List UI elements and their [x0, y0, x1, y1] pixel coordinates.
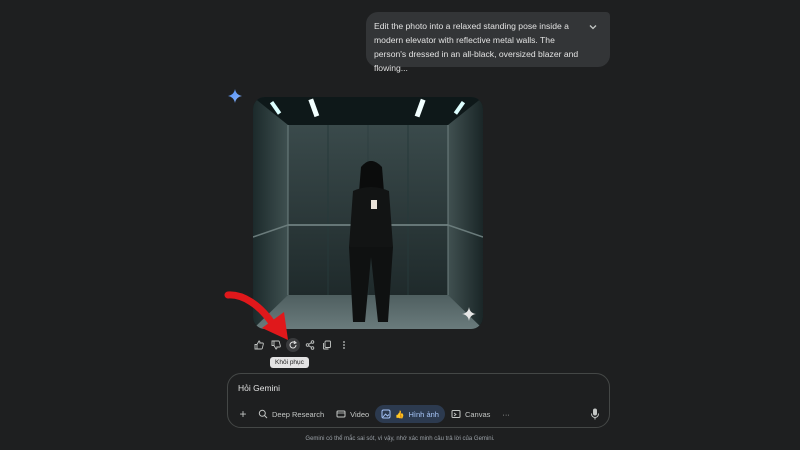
chevron-down-icon[interactable] — [588, 22, 598, 32]
share-icon[interactable] — [301, 338, 318, 352]
microphone-icon[interactable] — [589, 407, 601, 421]
annotation-arrow-icon — [224, 291, 288, 340]
image-button[interactable]: 👍 Hình ảnh — [375, 405, 445, 423]
prompt-composer[interactable]: Hỏi Gemini + Deep Research Video 👍 Hình … — [227, 373, 610, 428]
prompt-input[interactable]: Hỏi Gemini — [238, 383, 280, 393]
canvas-icon — [451, 410, 461, 418]
user-prompt-bubble[interactable]: Edit the photo into a relaxed standing p… — [366, 12, 610, 73]
more-options-icon[interactable] — [335, 338, 352, 352]
canvas-button[interactable]: Canvas — [445, 405, 496, 423]
canvas-label: Canvas — [464, 409, 491, 419]
user-prompt-text: Edit the photo into a relaxed standing p… — [374, 21, 579, 73]
composer-toolbar: + Deep Research Video 👍 Hình ảnh Canvas … — [234, 405, 516, 423]
image-label: Hình ảnh — [408, 409, 439, 419]
video-button[interactable]: Video — [330, 405, 375, 423]
image-icon — [381, 409, 391, 419]
video-icon — [336, 410, 346, 418]
deep-research-button[interactable]: Deep Research — [252, 405, 330, 423]
deep-research-label: Deep Research — [272, 409, 325, 419]
thumbs-up-emoji: 👍 — [395, 409, 405, 419]
copy-icon[interactable] — [318, 338, 335, 352]
disclaimer-text: Gemini có thể mắc sai sót, vì vậy, nhớ x… — [305, 436, 495, 442]
more-tools-button[interactable]: ··· — [496, 405, 516, 423]
add-attachment-button[interactable]: + — [234, 407, 252, 421]
gemini-spark-icon — [228, 89, 242, 103]
video-label: Video — [350, 409, 370, 419]
deep-research-icon — [258, 409, 268, 419]
regenerate-tooltip: Khôi phục — [270, 357, 309, 368]
